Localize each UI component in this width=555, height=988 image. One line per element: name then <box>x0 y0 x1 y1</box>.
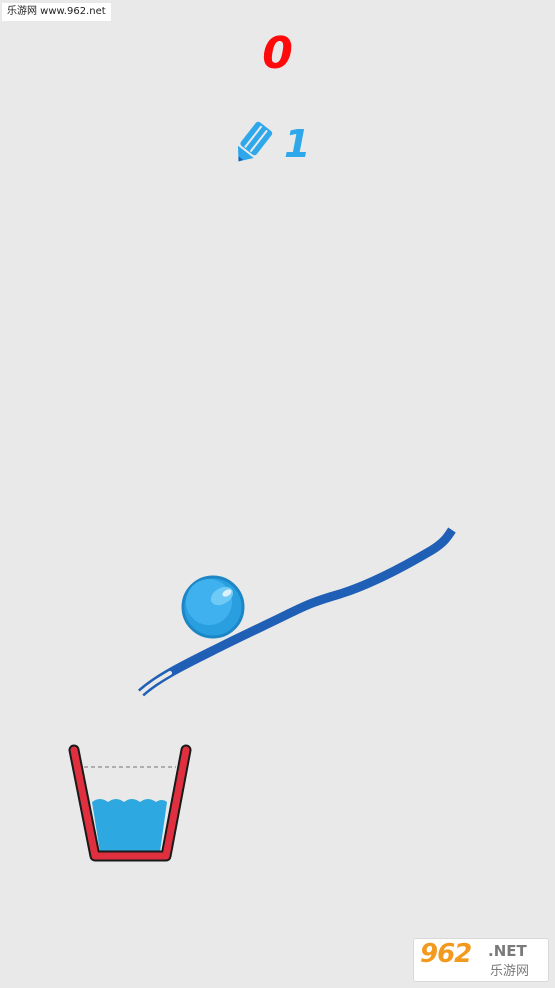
game-stage[interactable]: 乐游网 www.962.net 0 1 962 .NET 乐游网 <box>0 0 555 988</box>
play-area[interactable] <box>0 0 555 988</box>
badge-cn-text: 乐游网 <box>490 964 530 979</box>
badge-suffix: .NET <box>488 942 527 960</box>
badge-logo: 962 <box>420 939 472 969</box>
site-badge: 962 .NET 乐游网 <box>413 938 549 982</box>
cup-water <box>92 799 167 852</box>
drawn-line-taper <box>139 671 172 695</box>
water-cup <box>68 744 192 862</box>
ball <box>181 575 245 639</box>
